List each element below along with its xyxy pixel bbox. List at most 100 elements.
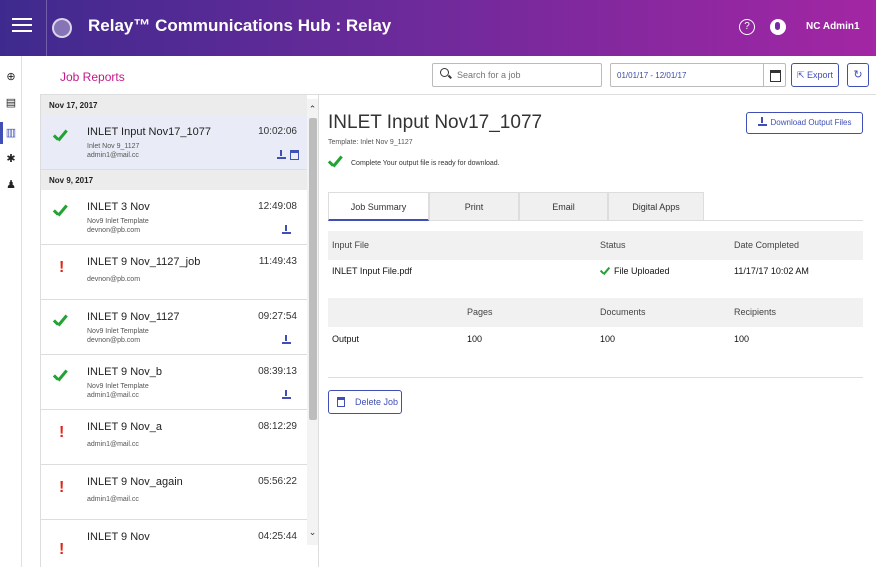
job-meta: Nov9 Inlet Template devnon@pb.com <box>87 217 149 235</box>
delete-job-label: Delete Job <box>355 397 399 407</box>
error-icon: ! <box>59 259 65 276</box>
job-search[interactable] <box>432 63 602 87</box>
page-title: Job Reports <box>60 70 125 84</box>
job-email: admin1@mail.cc <box>87 392 139 399</box>
input-file-name: INLET Input File.pdf <box>332 266 412 276</box>
job-time: 05:56:22 <box>258 476 297 487</box>
document-icon[interactable]: ▤ <box>4 96 18 110</box>
job-email: admin1@mail.cc <box>87 441 139 448</box>
download-output-files-button[interactable]: Download Output Files <box>746 112 863 134</box>
top-bar: Relay™ Communications Hub : Relay ? NC A… <box>0 0 876 56</box>
download-icon[interactable] <box>277 150 287 160</box>
job-list-item[interactable]: INLET Input Nov17_1077 Inlet Nov 9_1127 a… <box>41 115 307 170</box>
add-circle-icon[interactable]: ⊕ <box>4 70 18 84</box>
profile-icon[interactable] <box>770 19 786 35</box>
tab-print[interactable]: Print <box>429 192 519 221</box>
job-list[interactable]: Nov 17, 2017 INLET Input Nov17_1077 Inle… <box>41 95 307 567</box>
job-time: 12:49:08 <box>258 201 297 212</box>
download-icon[interactable] <box>282 390 292 400</box>
help-icon[interactable]: ? <box>739 19 755 35</box>
job-meta: Inlet Nov 9_1127 admin1@mail.cc <box>87 142 139 160</box>
job-email: devnon@pb.com <box>87 227 141 234</box>
input-file-status: File Uploaded <box>600 259 670 284</box>
tab-email[interactable]: Email <box>519 192 608 221</box>
panel-divider <box>318 95 319 567</box>
job-name: INLET 9 Nov <box>87 531 150 543</box>
job-name: INLET 9 Nov_b <box>87 366 163 378</box>
input-table-row: INLET Input File.pdf File Uploaded 11/17… <box>328 259 863 284</box>
job-name: INLET 9 Nov_1127_job <box>87 256 201 268</box>
refresh-button[interactable]: ↻ <box>847 63 869 87</box>
job-list-item[interactable]: ! INLET 9 Nov 04:25:44 <box>41 520 307 567</box>
success-check-icon <box>53 316 69 330</box>
input-table-header: Input File Status Date Completed <box>328 231 863 260</box>
job-name: INLET Input Nov17_1077 <box>87 126 211 138</box>
detail-tabs: Job Summary Print Email Digital Apps <box>328 192 863 221</box>
job-email: admin1@mail.cc <box>87 496 139 503</box>
job-detail-title: INLET Input Nov17_1077 <box>328 112 543 133</box>
job-template: Nov9 Inlet Template <box>87 328 149 335</box>
job-list-item[interactable]: INLET 3 Nov Nov9 Inlet Template devnon@pb… <box>41 190 307 245</box>
date-range-picker[interactable]: 01/01/17 - 12/01/17 <box>610 63 786 87</box>
settings-gear-icon[interactable]: ✱ <box>4 152 18 166</box>
job-detail-status: Complete Your output file is ready for d… <box>351 160 500 167</box>
job-list-item[interactable]: ! INLET 9 Nov_again admin1@mail.cc 05:56… <box>41 465 307 520</box>
list-scrollbar-thumb[interactable] <box>309 118 317 420</box>
job-list-item[interactable]: INLET 9 Nov_b Nov9 Inlet Template admin1@… <box>41 355 307 410</box>
job-name: INLET 9 Nov_a <box>87 421 163 433</box>
output-documents: 100 <box>600 334 616 344</box>
search-icon <box>440 68 449 77</box>
app-title: Relay™ Communications Hub : Relay <box>88 16 392 35</box>
download-label: Download Output Files <box>770 118 852 127</box>
delete-job-button[interactable]: Delete Job <box>328 390 402 414</box>
download-icon[interactable] <box>282 225 292 235</box>
success-check-icon <box>53 131 69 145</box>
reports-chart-icon[interactable]: ▥ <box>4 126 18 140</box>
user-name[interactable]: NC Admin1 <box>806 21 860 32</box>
success-check-icon <box>53 371 69 385</box>
input-status-text: File Uploaded <box>614 266 670 276</box>
success-check-icon <box>600 267 611 276</box>
output-label: Output <box>332 334 360 344</box>
delete-icon[interactable] <box>290 150 299 160</box>
group-header: Nov 9, 2017 <box>41 170 307 190</box>
job-time: 11:49:43 <box>258 256 297 267</box>
scroll-up-icon[interactable]: ⌃ <box>307 104 318 114</box>
export-label: Export <box>807 70 834 80</box>
output-recipients: 100 <box>734 334 750 344</box>
active-nav-indicator <box>0 122 3 144</box>
success-check-icon <box>53 206 69 220</box>
job-time: 10:02:06 <box>258 126 297 137</box>
job-template: Nov9 Inlet Template <box>87 383 149 390</box>
hamburger-menu-icon[interactable] <box>12 18 32 38</box>
tab-job-summary[interactable]: Job Summary <box>328 192 429 221</box>
tab-digital-apps[interactable]: Digital Apps <box>608 192 704 221</box>
job-detail-template: Template: Inlet Nov 9_1127 <box>328 139 413 146</box>
col-status: Status <box>600 240 626 250</box>
input-date-completed: 11/17/17 10:02 AM <box>734 266 809 276</box>
side-rail: ⊕ ▤ ▥ ✱ ♟ <box>0 56 22 567</box>
export-button[interactable]: ⇱ Export <box>791 63 839 87</box>
col-pages: Pages <box>467 307 493 317</box>
job-list-item[interactable]: ! INLET 9 Nov_a admin1@mail.cc 08:12:29 <box>41 410 307 465</box>
users-icon[interactable]: ♟ <box>4 178 18 192</box>
col-documents: Documents <box>600 307 646 317</box>
output-table-header: Pages Documents Recipients <box>328 298 863 327</box>
scroll-down-icon[interactable]: ⌄ <box>307 527 318 537</box>
job-time: 08:39:13 <box>258 366 297 377</box>
col-recipients: Recipients <box>734 307 777 317</box>
job-time: 09:27:54 <box>258 311 297 322</box>
error-icon: ! <box>59 479 65 496</box>
download-icon <box>757 117 767 126</box>
job-time: 08:12:29 <box>258 421 297 432</box>
output-pages: 100 <box>467 334 483 344</box>
job-list-item[interactable]: ! INLET 9 Nov_1127_job devnon@pb.com 11:… <box>41 245 307 300</box>
download-icon[interactable] <box>282 335 292 345</box>
search-input[interactable] <box>457 67 597 83</box>
job-name: INLET 9 Nov_again <box>87 476 183 488</box>
success-check-icon <box>328 157 344 171</box>
calendar-icon[interactable] <box>763 64 785 86</box>
relay-logo-icon <box>52 18 72 38</box>
job-list-item[interactable]: INLET 9 Nov_1127 Nov9 Inlet Template devn… <box>41 300 307 355</box>
trash-icon <box>337 397 345 407</box>
